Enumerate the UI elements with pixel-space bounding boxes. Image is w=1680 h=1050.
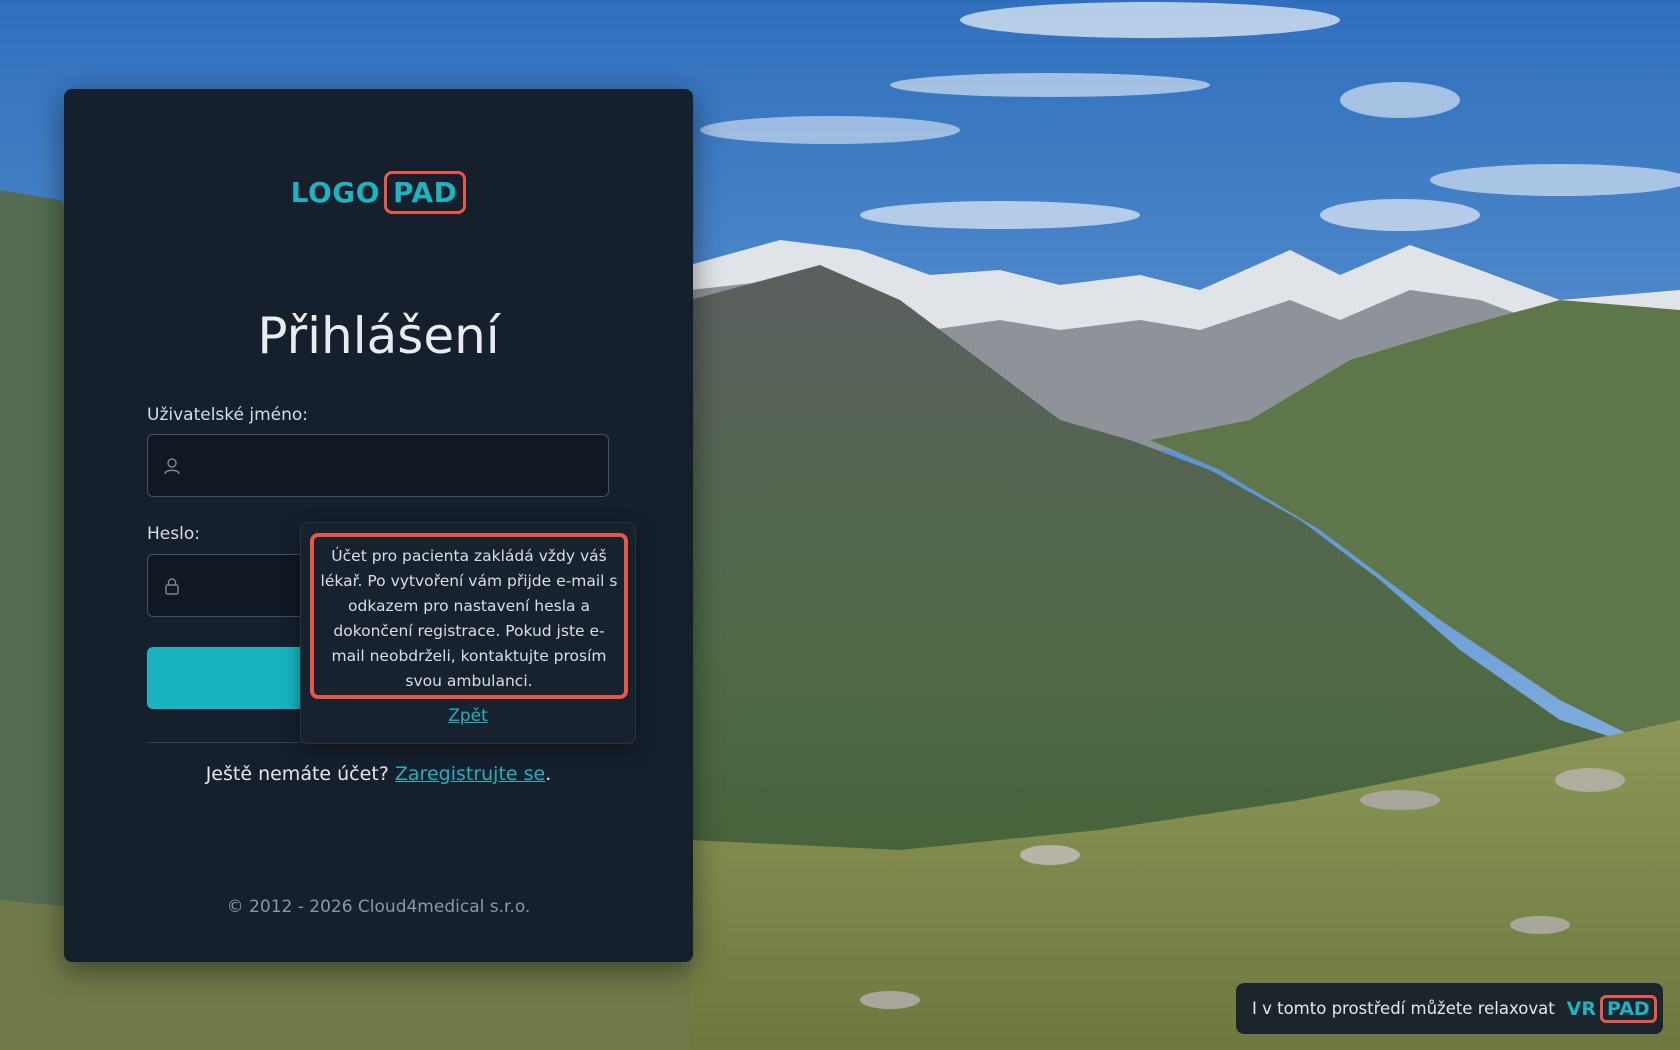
copyright: © 2012 - 2026 Cloud4medical s.r.o. xyxy=(226,897,531,917)
user-icon xyxy=(162,456,182,476)
vr-logo-part-1: VR xyxy=(1566,997,1597,1020)
lock-icon xyxy=(162,576,182,596)
vr-banner-text: I v tomto prostředí můžete relaxovat xyxy=(1252,999,1555,1018)
info-popover: Účet pro pacienta zakládá vždy váš lékař… xyxy=(300,522,636,744)
register-prompt-text: Ještě nemáte účet? xyxy=(205,763,395,785)
register-suffix: . xyxy=(545,763,552,785)
logo-part-2: PAD xyxy=(384,171,467,214)
logo-part-1: LOGO xyxy=(290,176,381,209)
username-field[interactable] xyxy=(147,434,609,497)
popover-message: Účet pro pacienta zakládá vždy váš lékař… xyxy=(310,533,628,699)
register-link[interactable]: Zaregistrujte se xyxy=(395,763,545,785)
logo: LOGO PAD xyxy=(64,171,693,214)
vr-banner[interactable]: I v tomto prostředí můžete relaxovat VR … xyxy=(1236,983,1663,1034)
username-label: Uživatelské jméno: xyxy=(147,405,309,425)
vr-logo-part-2: PAD xyxy=(1600,994,1657,1023)
register-prompt: Ještě nemáte účet? Zaregistrujte se. xyxy=(64,763,693,785)
back-link[interactable]: Zpět xyxy=(301,706,635,726)
vr-logo: VR PAD xyxy=(1566,994,1657,1023)
password-label: Heslo: xyxy=(147,524,200,544)
page-title: Přihlášení xyxy=(257,307,500,365)
